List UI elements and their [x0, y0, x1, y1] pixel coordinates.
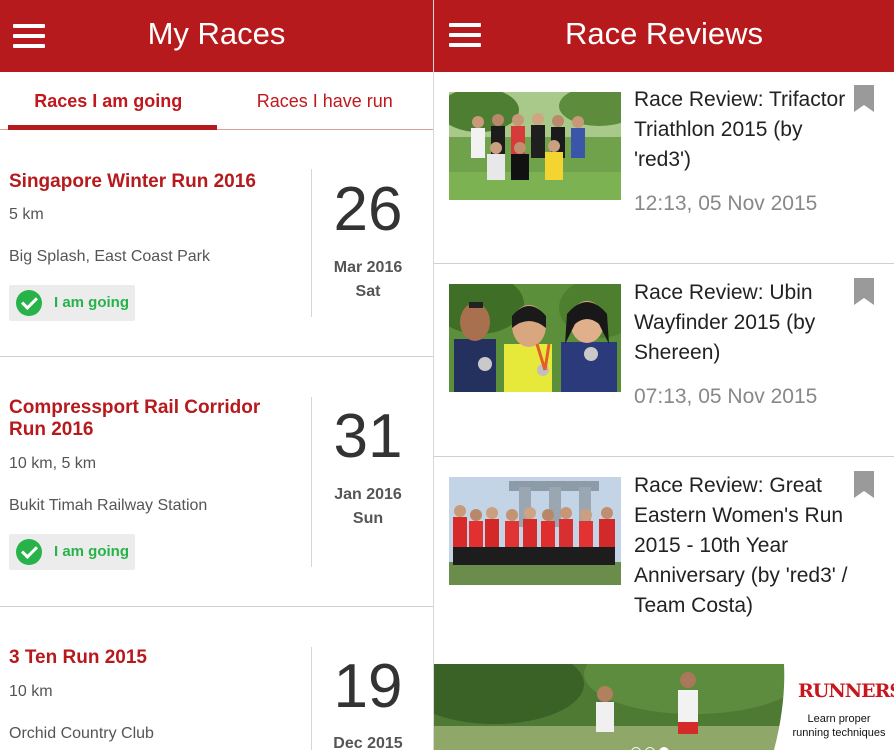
- race-title: 3 Ten Run 2015: [9, 647, 147, 668]
- check-circle-icon: [16, 539, 42, 565]
- bookmark-icon[interactable]: [854, 278, 874, 305]
- promo-banner[interactable]: RUNNERS Learn proper running techniques: [434, 664, 894, 750]
- review-item[interactable]: Race Review: Trifactor Triathlon 2015 (b…: [434, 72, 894, 263]
- race-reviews-screen: Race Reviews Race Review: Trifactor Tria…: [433, 0, 894, 750]
- bookmark-icon[interactable]: [854, 85, 874, 112]
- going-status-label: I am going: [54, 294, 129, 311]
- review-item[interactable]: Race Review: Ubin Wayfinder 2015 (by She…: [434, 264, 894, 456]
- race-weekday: Sat: [355, 283, 381, 300]
- race-item[interactable]: 3 Ten Run 2015 10 km Orchid Country Club…: [0, 607, 433, 750]
- review-item[interactable]: Race Review: Great Eastern Women's Run 2…: [434, 457, 894, 664]
- banner-logo: RUNNERS: [798, 680, 894, 702]
- review-thumbnail: [449, 92, 621, 200]
- race-month: Dec 2015: [333, 735, 403, 750]
- review-title: Race Review: Great Eastern Women's Run 2…: [634, 474, 848, 617]
- race-distance: 5 km: [9, 206, 44, 223]
- review-title: Race Review: Trifactor Triathlon 2015 (b…: [634, 88, 846, 171]
- my-races-screen: My Races Races I am going Races I have r…: [0, 0, 433, 750]
- tab-races-going[interactable]: Races I am going: [0, 72, 217, 129]
- page-title: Race Reviews: [564, 16, 764, 51]
- race-title: Singapore Winter Run 2016: [9, 171, 256, 192]
- race-day: 31: [333, 402, 403, 471]
- race-month: Jan 2016: [334, 486, 402, 503]
- race-distance: 10 km: [9, 683, 53, 700]
- race-venue: Bukit Timah Railway Station: [9, 497, 208, 514]
- race-distance: 10 km, 5 km: [9, 455, 97, 472]
- tab-races-run[interactable]: Races I have run: [217, 72, 434, 129]
- race-item[interactable]: Singapore Winter Run 2016 5 km Big Splas…: [0, 131, 433, 357]
- bookmark-icon[interactable]: [854, 471, 874, 498]
- race-title: Compressport Rail Corridor Run 2016: [9, 397, 261, 440]
- review-thumbnail: [449, 284, 621, 392]
- app-bar: My Races: [0, 0, 433, 72]
- page-title: My Races: [147, 16, 286, 51]
- races-tabs: Races I am going Races I have run: [0, 72, 433, 130]
- review-timestamp: 12:13, 05 Nov 2015: [634, 192, 818, 215]
- race-day: 26: [333, 175, 403, 244]
- going-status-label: I am going: [54, 543, 129, 560]
- carousel-dots: [631, 744, 673, 750]
- review-title: Race Review: Ubin Wayfinder 2015 (by She…: [634, 281, 816, 364]
- going-status-button[interactable]: I am going: [9, 285, 135, 321]
- race-weekday: Sun: [352, 510, 384, 527]
- app-bar: Race Reviews: [434, 0, 894, 72]
- review-thumbnail: [449, 477, 621, 585]
- active-tab-indicator: [8, 125, 217, 130]
- race-item[interactable]: Compressport Rail Corridor Run 2016 10 k…: [0, 357, 433, 606]
- race-venue: Orchid Country Club: [9, 725, 154, 742]
- race-venue: Big Splash, East Coast Park: [9, 248, 210, 265]
- review-timestamp: 07:13, 05 Nov 2015: [634, 385, 818, 408]
- banner-text: Learn proper running techniques: [792, 713, 886, 739]
- going-status-button[interactable]: I am going: [9, 534, 135, 570]
- check-circle-icon: [16, 290, 42, 316]
- race-month: Mar 2016: [333, 259, 403, 276]
- race-day: 19: [333, 652, 403, 721]
